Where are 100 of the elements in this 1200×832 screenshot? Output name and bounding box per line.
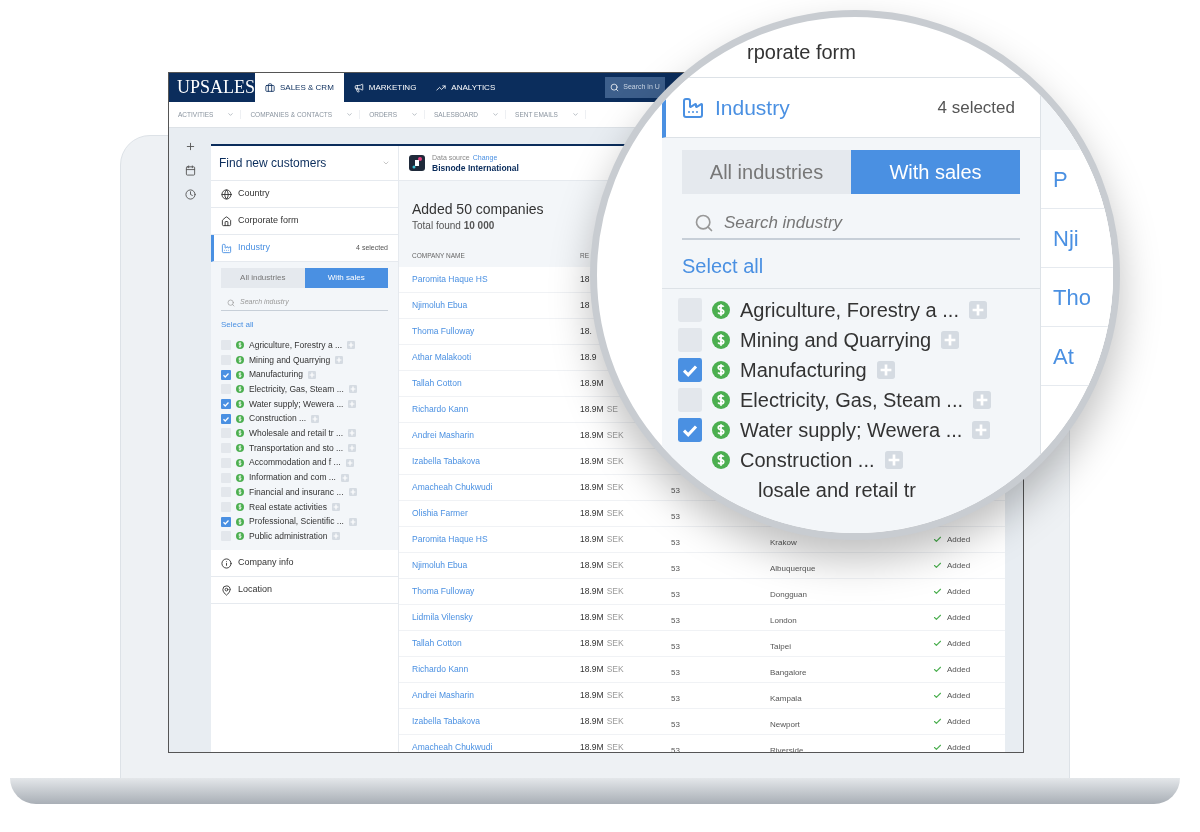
company-link[interactable]: Tallah Cotton — [412, 637, 580, 650]
employees-cell: 53 — [671, 615, 680, 625]
company-link[interactable]: Amacheah Chukwudi — [412, 741, 580, 752]
filter-label: rporate form — [747, 40, 856, 65]
chevron-icon — [227, 111, 235, 118]
select-all-link[interactable]: Select all — [221, 319, 388, 331]
segment-tab[interactable]: All industries — [682, 150, 851, 194]
company-link[interactable]: Tho — [1053, 280, 1091, 314]
segment-tab[interactable]: All industries — [221, 268, 305, 288]
calendar-icon[interactable] — [184, 165, 196, 176]
checkbox[interactable] — [678, 418, 702, 442]
employees-cell: 53 — [671, 667, 680, 677]
nav-tab[interactable]: SALES & CRM — [255, 73, 344, 102]
company-link[interactable]: Nji — [1053, 221, 1079, 255]
company-link[interactable]: Amacheah Chukwudi — [412, 481, 580, 494]
dollar-icon — [712, 421, 730, 439]
company-link[interactable]: Paromita Haque HS — [412, 533, 580, 546]
dollar-icon — [712, 391, 730, 409]
revenue-cell: 18. — [580, 325, 592, 338]
dollar-icon — [236, 385, 244, 394]
chevron-icon — [382, 159, 390, 167]
revenue-cell: 18.9M — [580, 741, 604, 752]
revenue-cell: 18 — [580, 299, 590, 312]
chevron-icon — [410, 111, 418, 118]
globe-icon — [221, 188, 232, 200]
dollar-icon — [236, 341, 244, 350]
company-link[interactable]: Paromita Haque HS — [412, 273, 580, 286]
company-link[interactable]: Izabella Tabakova — [412, 455, 580, 468]
company-link[interactable]: Njimoluh Ebua — [412, 299, 580, 312]
revenue-cell: 18.9M — [580, 455, 604, 468]
currency-cell: SEK — [606, 481, 624, 494]
revenue-cell: 18.9M — [580, 689, 604, 702]
nav-tab[interactable]: MARKETING — [343, 73, 427, 102]
company-link[interactable]: Athar Malakooti — [412, 351, 580, 364]
company-link[interactable]: P — [1053, 162, 1068, 196]
checkbox[interactable] — [221, 413, 231, 424]
company-link[interactable]: Thoma Fulloway — [412, 325, 580, 338]
chevron-icon — [492, 111, 500, 118]
industry-label: Financial and insuranc ... — [249, 485, 344, 499]
industry-label: Real estate activities — [249, 500, 327, 514]
industry-label: Professional, Scientific ... — [249, 515, 344, 528]
factory-icon — [221, 242, 232, 254]
chevron-icon — [346, 111, 354, 118]
employees-cell: 53 — [671, 563, 680, 573]
company-link[interactable]: Thoma Fulloway — [412, 585, 580, 598]
dollar-icon — [236, 356, 244, 365]
check-icon — [933, 535, 942, 544]
app-logo[interactable]: UPSALES — [169, 73, 255, 102]
add-icon[interactable] — [184, 141, 196, 152]
city-cell: Newport — [770, 719, 800, 729]
currency-cell: SEK — [606, 637, 624, 650]
checkbox[interactable] — [221, 369, 231, 380]
company-link[interactable]: Olishia Farmer — [412, 507, 580, 520]
employees-cell: 53 — [671, 693, 680, 703]
factory-icon — [681, 95, 705, 120]
filter-row[interactable]: Industry 4 selected — [662, 78, 1040, 138]
checkbox[interactable] — [221, 399, 231, 410]
industry-label: Wholesale and retail tr ... — [249, 427, 343, 440]
segment-tab[interactable]: With sales — [304, 268, 388, 288]
company-link[interactable]: Andrei Masharin — [412, 429, 580, 442]
company-link[interactable]: Richardo Kann — [412, 663, 580, 676]
dollar-icon — [236, 517, 244, 526]
industry-label: Mining and Quarrying — [249, 353, 331, 367]
briefcase-icon — [265, 82, 275, 93]
currency-cell: SEK — [606, 611, 624, 624]
city-cell: Krakow — [770, 537, 797, 547]
checkbox[interactable] — [678, 358, 702, 382]
clock-icon[interactable] — [184, 189, 196, 200]
city-cell: Kampala — [770, 693, 802, 703]
company-link[interactable]: At — [1053, 339, 1074, 373]
results-total: Total found 10 000 — [412, 219, 495, 233]
select-all-link[interactable]: Select all — [682, 254, 1020, 278]
checkbox[interactable] — [221, 516, 231, 527]
industry-label: Water supply; Wewera ... — [249, 397, 344, 411]
company-link[interactable]: Andrei Masharin — [412, 689, 580, 702]
company-link[interactable]: Njimoluh Ebua — [412, 559, 580, 572]
company-link[interactable]: Izabella Tabakova — [412, 715, 580, 728]
dollar-icon — [712, 451, 730, 469]
status-cell: Added — [947, 715, 971, 728]
segment-tab[interactable]: With sales — [851, 150, 1020, 194]
currency-cell: SEK — [606, 507, 624, 520]
house-icon — [221, 215, 232, 227]
filter-label: Industry — [238, 241, 270, 255]
company-link[interactable]: Tallah Cotton — [412, 377, 580, 390]
nav-tab[interactable]: ANALYTICS — [426, 73, 506, 102]
dollar-icon — [712, 361, 730, 379]
industry-search-field[interactable]: Search industry — [682, 208, 1020, 240]
currency-cell: SEK — [606, 715, 624, 728]
dollar-icon — [236, 429, 244, 438]
search-icon — [227, 298, 235, 307]
industry-label: losale and retail tr — [758, 478, 916, 503]
dollar-icon — [236, 444, 244, 453]
company-link[interactable]: Lidmila Vilensky — [412, 611, 580, 624]
company-link[interactable]: Richardo Kann — [412, 403, 580, 416]
revenue-cell: 18.9M — [580, 559, 604, 572]
revenue-cell: 18.9M — [580, 429, 604, 442]
currency-cell: SEK — [606, 429, 624, 442]
filter-label: Company info — [238, 556, 294, 570]
check-icon — [933, 587, 942, 596]
industry-label: Transportation and sto ... — [249, 441, 344, 455]
